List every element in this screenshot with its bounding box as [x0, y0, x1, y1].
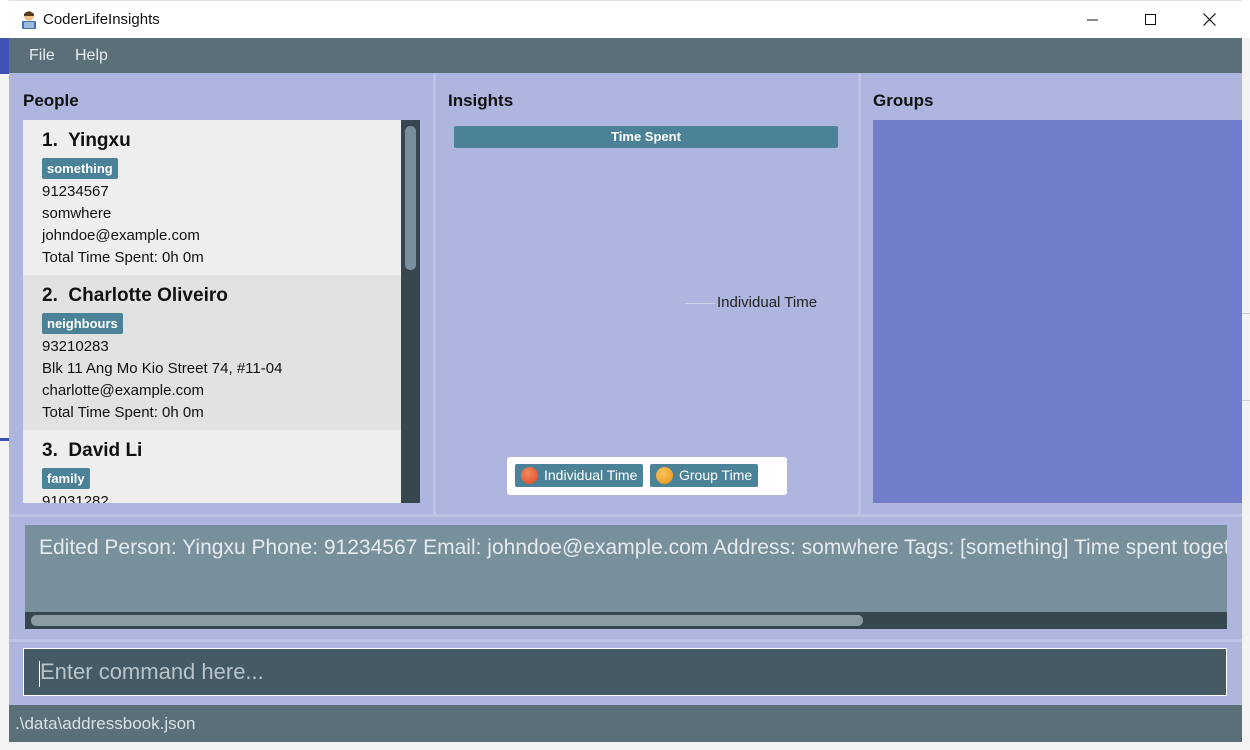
person-phone: 91031282: [42, 493, 109, 503]
minimize-icon: [1087, 19, 1098, 20]
insights-panel-title: Insights: [448, 91, 514, 110]
person-time-spent: Total Time Spent: 0h 0m: [42, 249, 204, 266]
main-content: People 1. Yingxu something 91234567 somw…: [9, 73, 1242, 705]
chart-title: Time Spent: [454, 126, 838, 148]
result-message: Edited Person: Yingxu Phone: 91234567 Em…: [39, 536, 1227, 559]
groups-panel-title: Groups: [873, 91, 934, 110]
section-divider: [9, 514, 1242, 517]
menu-help[interactable]: Help: [75, 47, 108, 65]
minimize-button[interactable]: [1064, 1, 1122, 38]
title-bar: CoderLifeInsights: [9, 0, 1242, 38]
close-button[interactable]: [1180, 1, 1238, 38]
status-bar: .\data\addressbook.json: [9, 705, 1242, 742]
legend-dot-icon: [656, 467, 673, 484]
legend-item-individual-time: Individual Time: [515, 464, 644, 487]
person-list-scrollbar[interactable]: [401, 120, 420, 503]
legend-dot-icon: [521, 467, 538, 484]
person-list[interactable]: 1. Yingxu something 91234567 somwhere jo…: [23, 120, 420, 503]
pie-label-line: [685, 303, 715, 304]
menu-bar: File Help: [9, 38, 1242, 73]
person-phone: 93210283: [42, 338, 109, 355]
person-tag: family: [42, 468, 90, 489]
person-card[interactable]: 1. Yingxu something 91234567 somwhere jo…: [23, 120, 401, 275]
background-bottom: [0, 742, 1250, 750]
section-divider: [9, 639, 1242, 642]
maximize-button[interactable]: [1122, 1, 1180, 38]
command-input[interactable]: [40, 649, 1210, 695]
pie-slice-label: Individual Time: [717, 294, 818, 311]
person-email: johndoe@example.com: [42, 227, 200, 244]
chart-legend: Individual Time Group Time: [507, 457, 787, 495]
person-name: 3. David Li: [42, 440, 143, 461]
app-window: CoderLifeInsights File Help People 1. Yi…: [9, 0, 1242, 742]
person-phone: 91234567: [42, 183, 109, 200]
command-box[interactable]: [23, 648, 1227, 696]
person-address: somwhere: [42, 205, 112, 222]
person-tag: something: [42, 158, 118, 179]
person-name: 2. Charlotte Oliveiro: [42, 285, 228, 306]
legend-item-group-time: Group Time: [650, 464, 759, 487]
column-divider: [858, 73, 861, 514]
person-tag: neighbours: [42, 313, 123, 334]
app-icon: [19, 10, 39, 30]
maximize-icon: [1145, 13, 1156, 25]
window-title: CoderLifeInsights: [43, 11, 160, 28]
person-name: 1. Yingxu: [42, 130, 131, 151]
scrollbar-thumb[interactable]: [405, 126, 416, 270]
person-card[interactable]: 3. David Li family 91031282: [23, 430, 401, 503]
result-scrollbar[interactable]: [25, 612, 1227, 629]
save-location: .\data\addressbook.json: [15, 714, 196, 733]
result-display: Edited Person: Yingxu Phone: 91234567 Em…: [25, 525, 1227, 629]
person-time-spent: Total Time Spent: 0h 0m: [42, 404, 204, 421]
group-list[interactable]: [873, 120, 1242, 503]
background-strip-right: [1242, 38, 1250, 750]
scrollbar-thumb[interactable]: [31, 615, 863, 626]
menu-file[interactable]: File: [29, 47, 55, 65]
person-card[interactable]: 2. Charlotte Oliveiro neighbours 9321028…: [23, 275, 401, 430]
close-icon: [1202, 13, 1216, 26]
people-panel-title: People: [23, 91, 79, 110]
column-divider: [433, 73, 436, 514]
person-address: Blk 11 Ang Mo Kio Street 74, #11-04: [42, 360, 283, 377]
person-email: charlotte@example.com: [42, 382, 204, 399]
background-strip: [0, 38, 9, 750]
